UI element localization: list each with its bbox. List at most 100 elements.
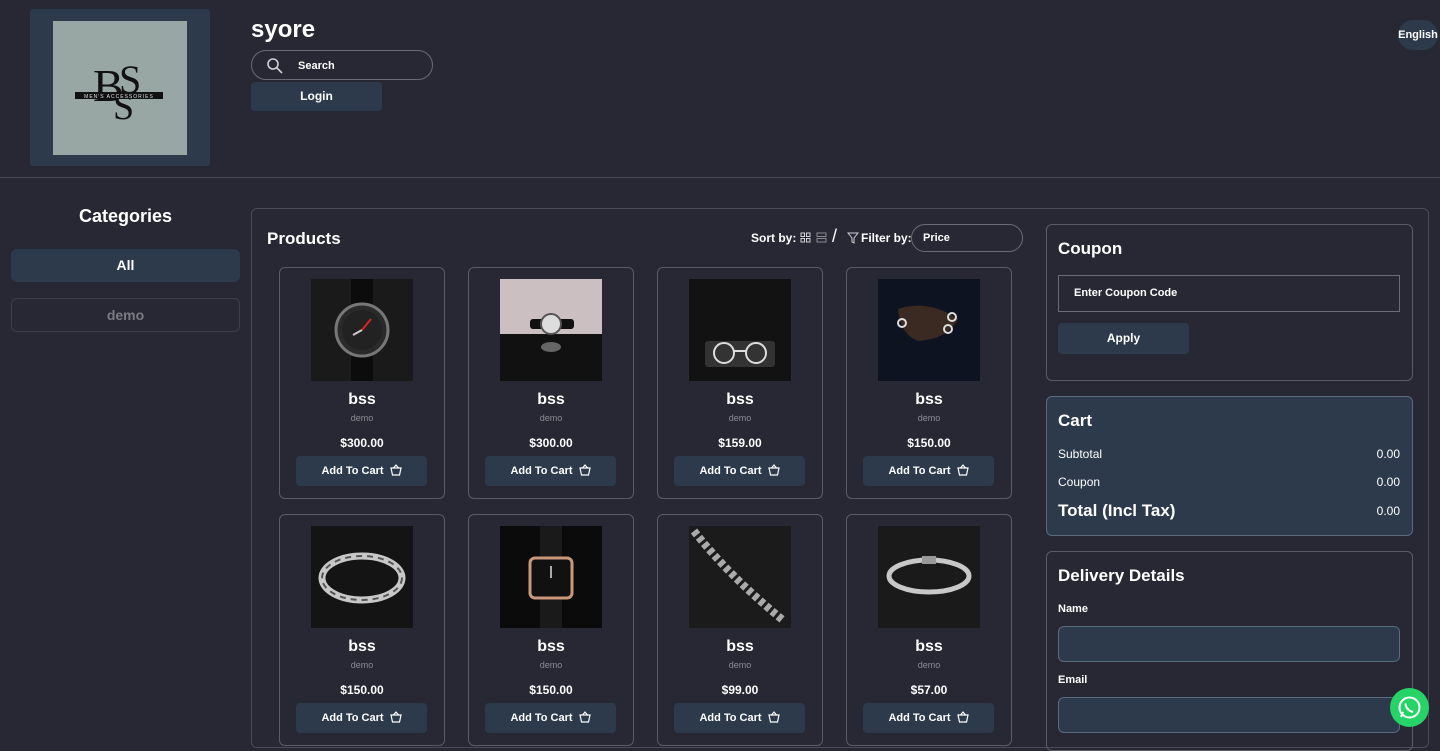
product-price: $300.00 bbox=[340, 436, 384, 450]
product-name: bss bbox=[915, 391, 943, 408]
basket-icon bbox=[956, 464, 969, 476]
product-card[interactable]: bss demo $300.00 Add To Cart bbox=[279, 267, 445, 499]
product-image[interactable] bbox=[500, 526, 602, 628]
product-price: $150.00 bbox=[907, 436, 951, 450]
basket-icon bbox=[767, 711, 780, 723]
whatsapp-button[interactable] bbox=[1390, 688, 1429, 727]
filter-icon bbox=[847, 232, 859, 244]
add-to-cart-button[interactable]: Add To Cart bbox=[485, 456, 616, 486]
add-to-cart-label: Add To Cart bbox=[321, 465, 384, 477]
site-header: B S S MEN'S ACCESSORIES syore Search Log… bbox=[0, 0, 1440, 178]
product-card[interactable]: bss demo $300.00 Add To Cart bbox=[468, 267, 634, 499]
name-field[interactable] bbox=[1058, 626, 1400, 662]
name-label: Name bbox=[1058, 603, 1088, 615]
product-category: demo bbox=[917, 660, 941, 670]
product-image[interactable] bbox=[689, 279, 791, 381]
whatsapp-icon bbox=[1398, 696, 1421, 719]
product-card[interactable]: bss demo $150.00 Add To Cart bbox=[279, 514, 445, 746]
store-title: syore bbox=[251, 16, 316, 43]
product-price: $57.00 bbox=[910, 683, 948, 697]
add-to-cart-label: Add To Cart bbox=[888, 712, 951, 724]
product-category: demo bbox=[350, 660, 374, 670]
add-to-cart-label: Add To Cart bbox=[888, 465, 951, 477]
product-image[interactable] bbox=[500, 279, 602, 381]
basket-icon bbox=[956, 711, 969, 723]
product-card[interactable]: bss demo $57.00 Add To Cart bbox=[846, 514, 1012, 746]
logo-image: B S S MEN'S ACCESSORIES bbox=[53, 21, 187, 155]
product-price: $150.00 bbox=[340, 683, 384, 697]
basket-icon bbox=[578, 464, 591, 476]
add-to-cart-button[interactable]: Add To Cart bbox=[674, 456, 805, 486]
product-card[interactable]: bss demo $99.00 Add To Cart bbox=[657, 514, 823, 746]
sort-label: Sort by: bbox=[751, 231, 797, 245]
add-to-cart-button[interactable]: Add To Cart bbox=[485, 703, 616, 733]
basket-icon bbox=[578, 711, 591, 723]
product-name: bss bbox=[537, 391, 565, 408]
product-price: $159.00 bbox=[718, 436, 762, 450]
search-icon bbox=[267, 58, 283, 74]
basket-icon bbox=[389, 464, 402, 476]
email-field[interactable] bbox=[1058, 697, 1400, 733]
add-to-cart-button[interactable]: Add To Cart bbox=[863, 456, 994, 486]
subtotal-value: 0.00 bbox=[1376, 447, 1400, 461]
category-all-button[interactable]: All bbox=[11, 249, 240, 282]
list-view-icon[interactable] bbox=[816, 232, 827, 243]
add-to-cart-label: Add To Cart bbox=[321, 712, 384, 724]
add-to-cart-button[interactable]: Add To Cart bbox=[863, 703, 994, 733]
subtotal-label: Subtotal bbox=[1058, 447, 1103, 461]
product-card[interactable]: bss demo $150.00 Add To Cart bbox=[846, 267, 1012, 499]
add-to-cart-label: Add To Cart bbox=[699, 712, 762, 724]
divider-slash: / bbox=[832, 226, 838, 246]
product-category: demo bbox=[539, 413, 563, 423]
add-to-cart-label: Add To Cart bbox=[699, 465, 762, 477]
product-category: demo bbox=[350, 413, 374, 423]
product-category: demo bbox=[539, 660, 563, 670]
total-value: 0.00 bbox=[1376, 504, 1400, 518]
coupon-title: Coupon bbox=[1058, 239, 1123, 258]
add-to-cart-button[interactable]: Add To Cart bbox=[296, 703, 427, 733]
cart-total-row: Total (Incl Tax) 0.00 bbox=[1058, 501, 1400, 521]
product-card[interactable]: bss demo $150.00 Add To Cart bbox=[468, 514, 634, 746]
coupon-discount-value: 0.00 bbox=[1376, 475, 1400, 489]
cart-title: Cart bbox=[1058, 411, 1093, 430]
language-selector[interactable]: English bbox=[1398, 20, 1438, 50]
product-name: bss bbox=[348, 391, 376, 408]
add-to-cart-button[interactable]: Add To Cart bbox=[674, 703, 805, 733]
product-image[interactable] bbox=[311, 279, 413, 381]
basket-icon bbox=[389, 711, 402, 723]
product-name: bss bbox=[537, 638, 565, 655]
product-image[interactable] bbox=[878, 526, 980, 628]
product-image[interactable] bbox=[878, 279, 980, 381]
product-image[interactable] bbox=[311, 526, 413, 628]
add-to-cart-label: Add To Cart bbox=[510, 712, 573, 724]
category-demo-button[interactable]: demo bbox=[11, 298, 240, 332]
delivery-title: Delivery Details bbox=[1058, 566, 1185, 585]
cart-subtotal-row: Subtotal 0.00 bbox=[1058, 447, 1400, 461]
email-label: Email bbox=[1058, 674, 1088, 686]
total-label: Total (Incl Tax) bbox=[1058, 501, 1176, 520]
cart-coupon-row: Coupon 0.00 bbox=[1058, 475, 1400, 489]
product-price: $150.00 bbox=[529, 683, 573, 697]
coupon-code-input[interactable]: Enter Coupon Code bbox=[1058, 275, 1400, 312]
apply-coupon-button[interactable]: Apply bbox=[1058, 323, 1189, 354]
product-category: demo bbox=[728, 413, 752, 423]
search-bar[interactable]: Search bbox=[251, 50, 433, 80]
product-image[interactable] bbox=[689, 526, 791, 628]
search-label: Search bbox=[298, 60, 335, 72]
add-to-cart-button[interactable]: Add To Cart bbox=[296, 456, 427, 486]
products-title: Products bbox=[267, 229, 341, 248]
add-to-cart-label: Add To Cart bbox=[510, 465, 573, 477]
product-category: demo bbox=[917, 413, 941, 423]
basket-icon bbox=[767, 464, 780, 476]
product-price: $300.00 bbox=[529, 436, 573, 450]
store-logo[interactable]: B S S MEN'S ACCESSORIES bbox=[30, 9, 210, 166]
coupon-discount-label: Coupon bbox=[1058, 475, 1101, 489]
filter-select[interactable]: Price bbox=[911, 224, 1023, 252]
login-button[interactable]: Login bbox=[251, 82, 382, 111]
product-name: bss bbox=[915, 638, 943, 655]
product-card[interactable]: bss demo $159.00 Add To Cart bbox=[657, 267, 823, 499]
categories-title: Categories bbox=[78, 206, 173, 226]
logo-tagline: MEN'S ACCESSORIES bbox=[84, 94, 154, 100]
filter-label: Filter by: bbox=[861, 231, 912, 245]
grid-view-icon[interactable] bbox=[800, 232, 811, 243]
